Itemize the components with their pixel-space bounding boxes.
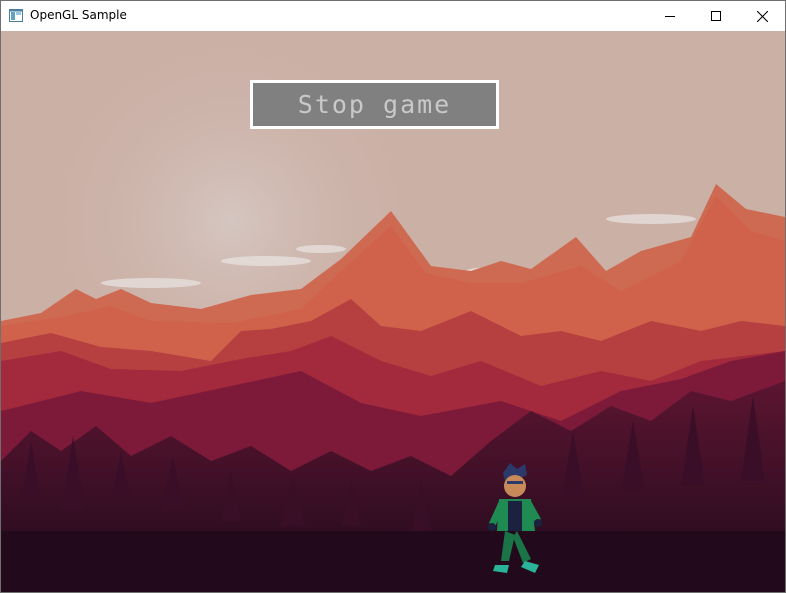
app-window-icon	[9, 9, 23, 22]
maximize-icon	[711, 11, 721, 21]
title-bar[interactable]: OpenGL Sample	[1, 1, 785, 31]
app-window: OpenGL Sample Stop game	[0, 0, 786, 593]
minimize-button[interactable]	[647, 1, 693, 31]
close-button[interactable]	[739, 1, 785, 31]
player-character	[488, 463, 542, 573]
minimize-icon	[665, 16, 675, 17]
game-viewport[interactable]: Stop game	[1, 31, 785, 592]
maximize-button[interactable]	[693, 1, 739, 31]
stop-game-button[interactable]: Stop game	[250, 80, 499, 129]
stop-game-label: Stop game	[297, 90, 452, 119]
close-icon	[756, 10, 768, 22]
window-title: OpenGL Sample	[30, 8, 127, 22]
